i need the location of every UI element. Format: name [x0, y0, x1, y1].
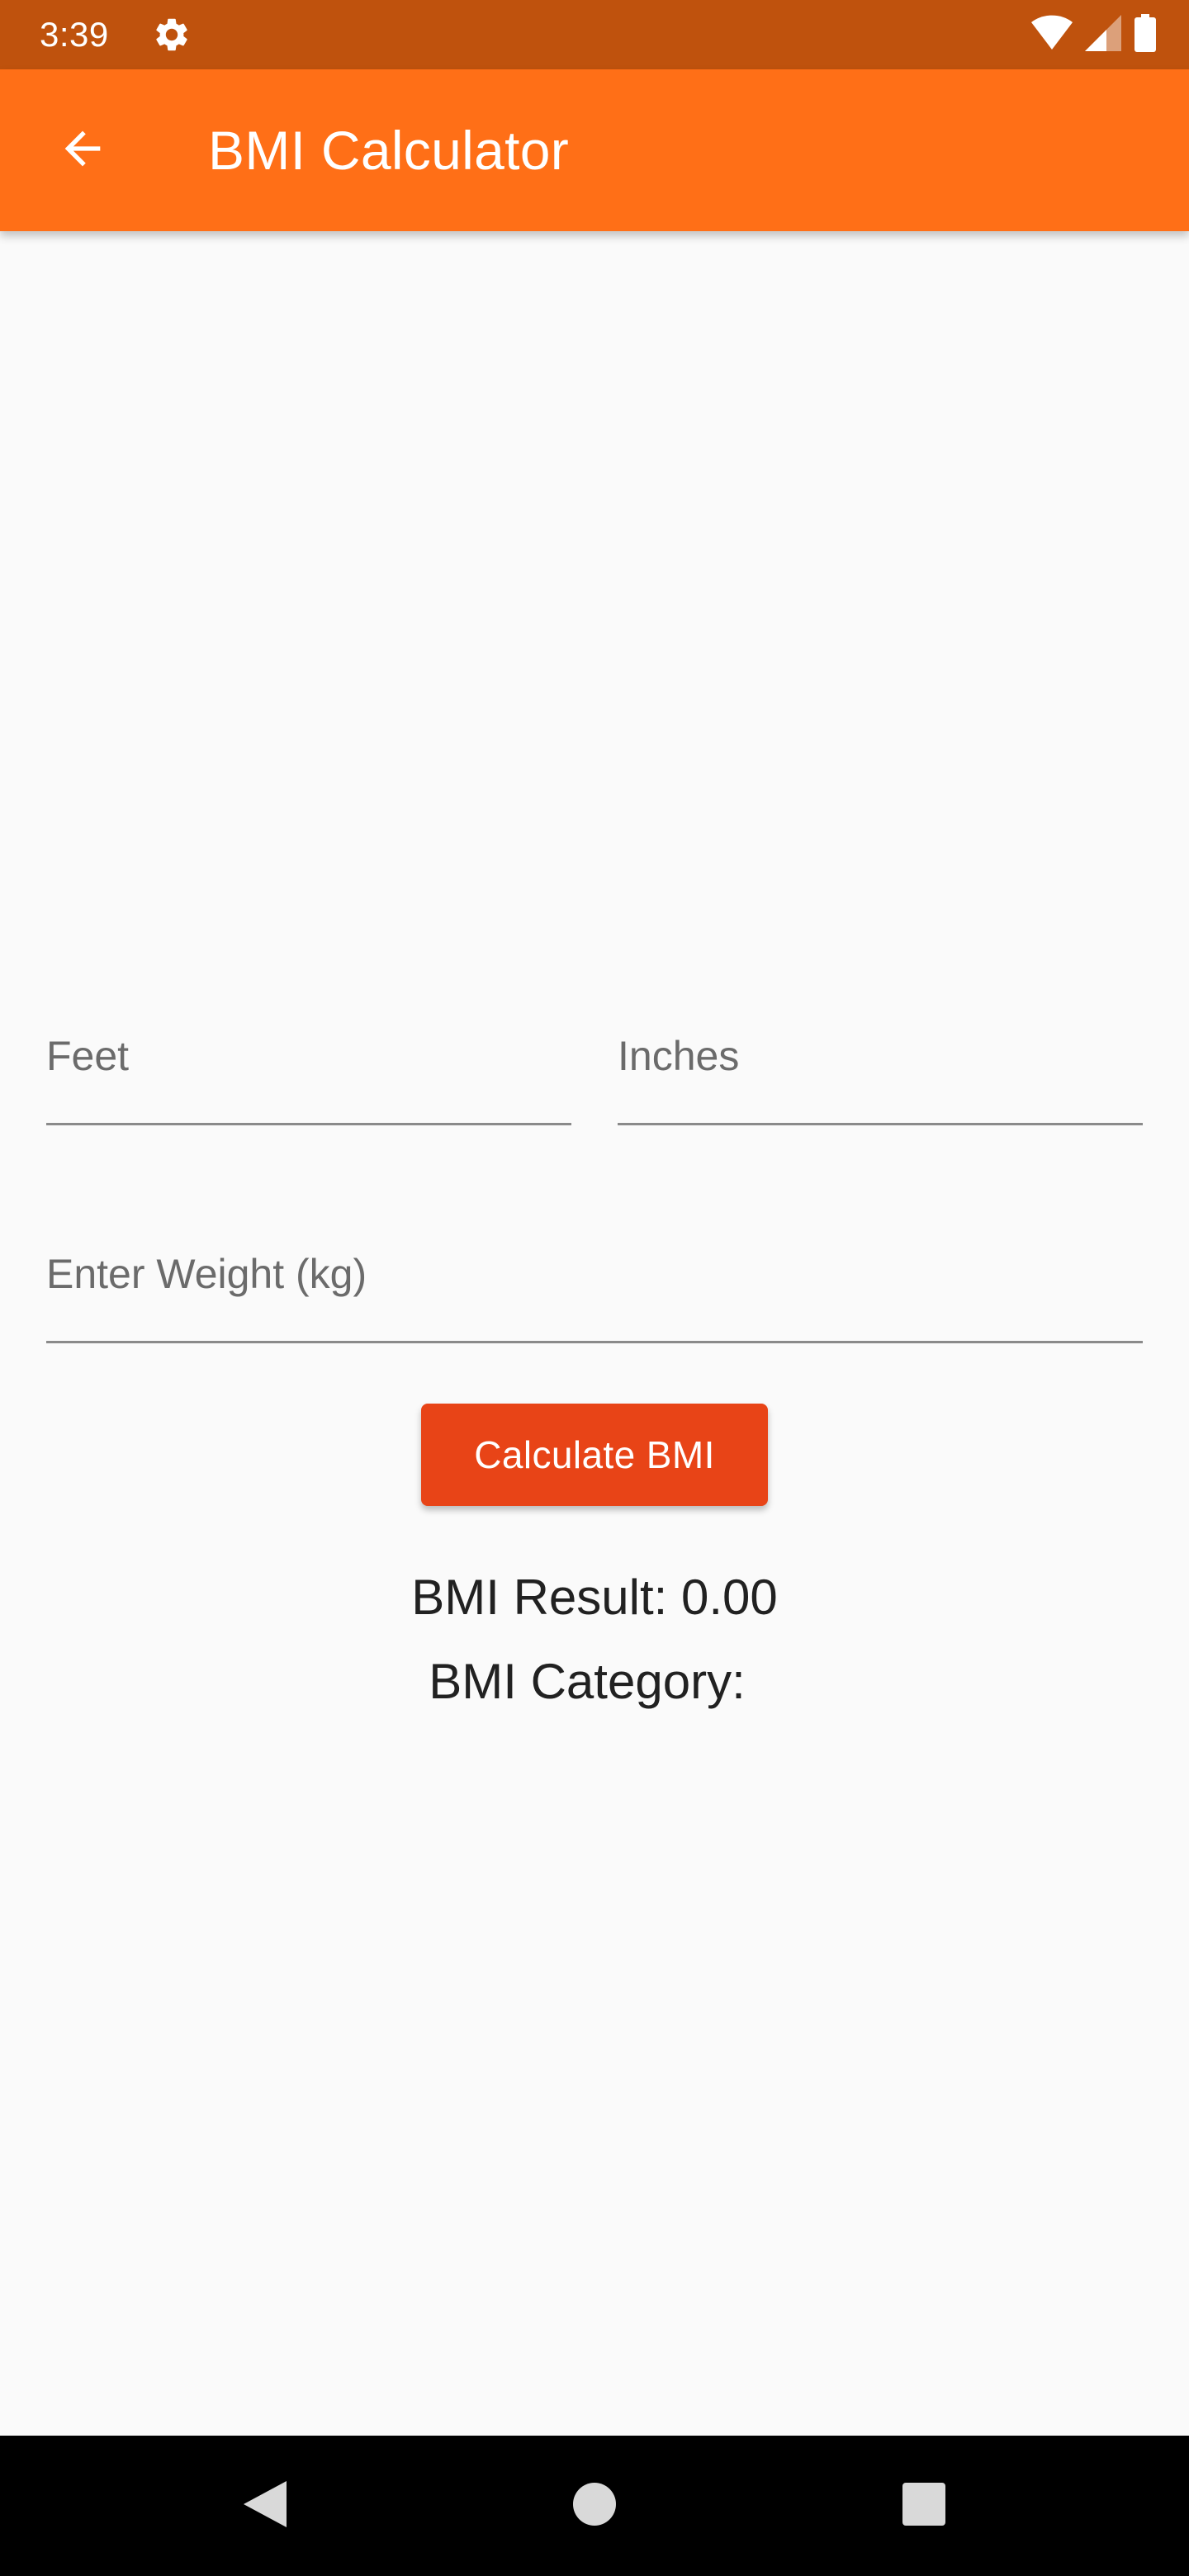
- weight-label: Enter Weight (kg): [46, 1251, 367, 1297]
- system-nav-bar: [0, 2436, 1189, 2576]
- gear-icon: [152, 15, 192, 54]
- bmi-result-label: BMI Result:: [411, 1570, 668, 1625]
- nav-recents-icon: [902, 2482, 945, 2530]
- status-bar: 3:39: [0, 0, 1189, 69]
- arrow-left-icon: [56, 122, 109, 179]
- page-title: BMI Calculator: [208, 120, 570, 181]
- back-button[interactable]: [33, 101, 132, 200]
- app-bar: BMI Calculator: [0, 69, 1189, 231]
- status-time: 3:39: [40, 15, 109, 54]
- status-icons: [1030, 13, 1156, 56]
- bmi-result-value: 0.00: [680, 1570, 778, 1625]
- nav-back-button[interactable]: [195, 2436, 335, 2576]
- battery-icon: [1135, 13, 1156, 56]
- feet-label: Feet: [46, 1033, 130, 1079]
- feet-input[interactable]: Feet: [46, 974, 571, 1125]
- weight-input[interactable]: Enter Weight (kg): [46, 1192, 1143, 1343]
- nav-back-icon: [244, 2480, 287, 2531]
- nav-home-icon: [573, 2482, 616, 2530]
- calculate-bmi-button[interactable]: Calculate BMI: [421, 1404, 768, 1506]
- inches-input[interactable]: Inches: [618, 974, 1143, 1125]
- inches-label: Inches: [618, 1033, 740, 1079]
- signal-icon: [1085, 14, 1123, 55]
- nav-home-button[interactable]: [524, 2436, 665, 2576]
- wifi-icon: [1030, 15, 1073, 55]
- bmi-category: BMI Category:: [0, 1653, 1189, 1710]
- nav-recents-button[interactable]: [854, 2436, 994, 2576]
- bmi-category-label: BMI Category:: [429, 1654, 746, 1709]
- bmi-result: BMI Result: 0.00: [0, 1569, 1189, 1626]
